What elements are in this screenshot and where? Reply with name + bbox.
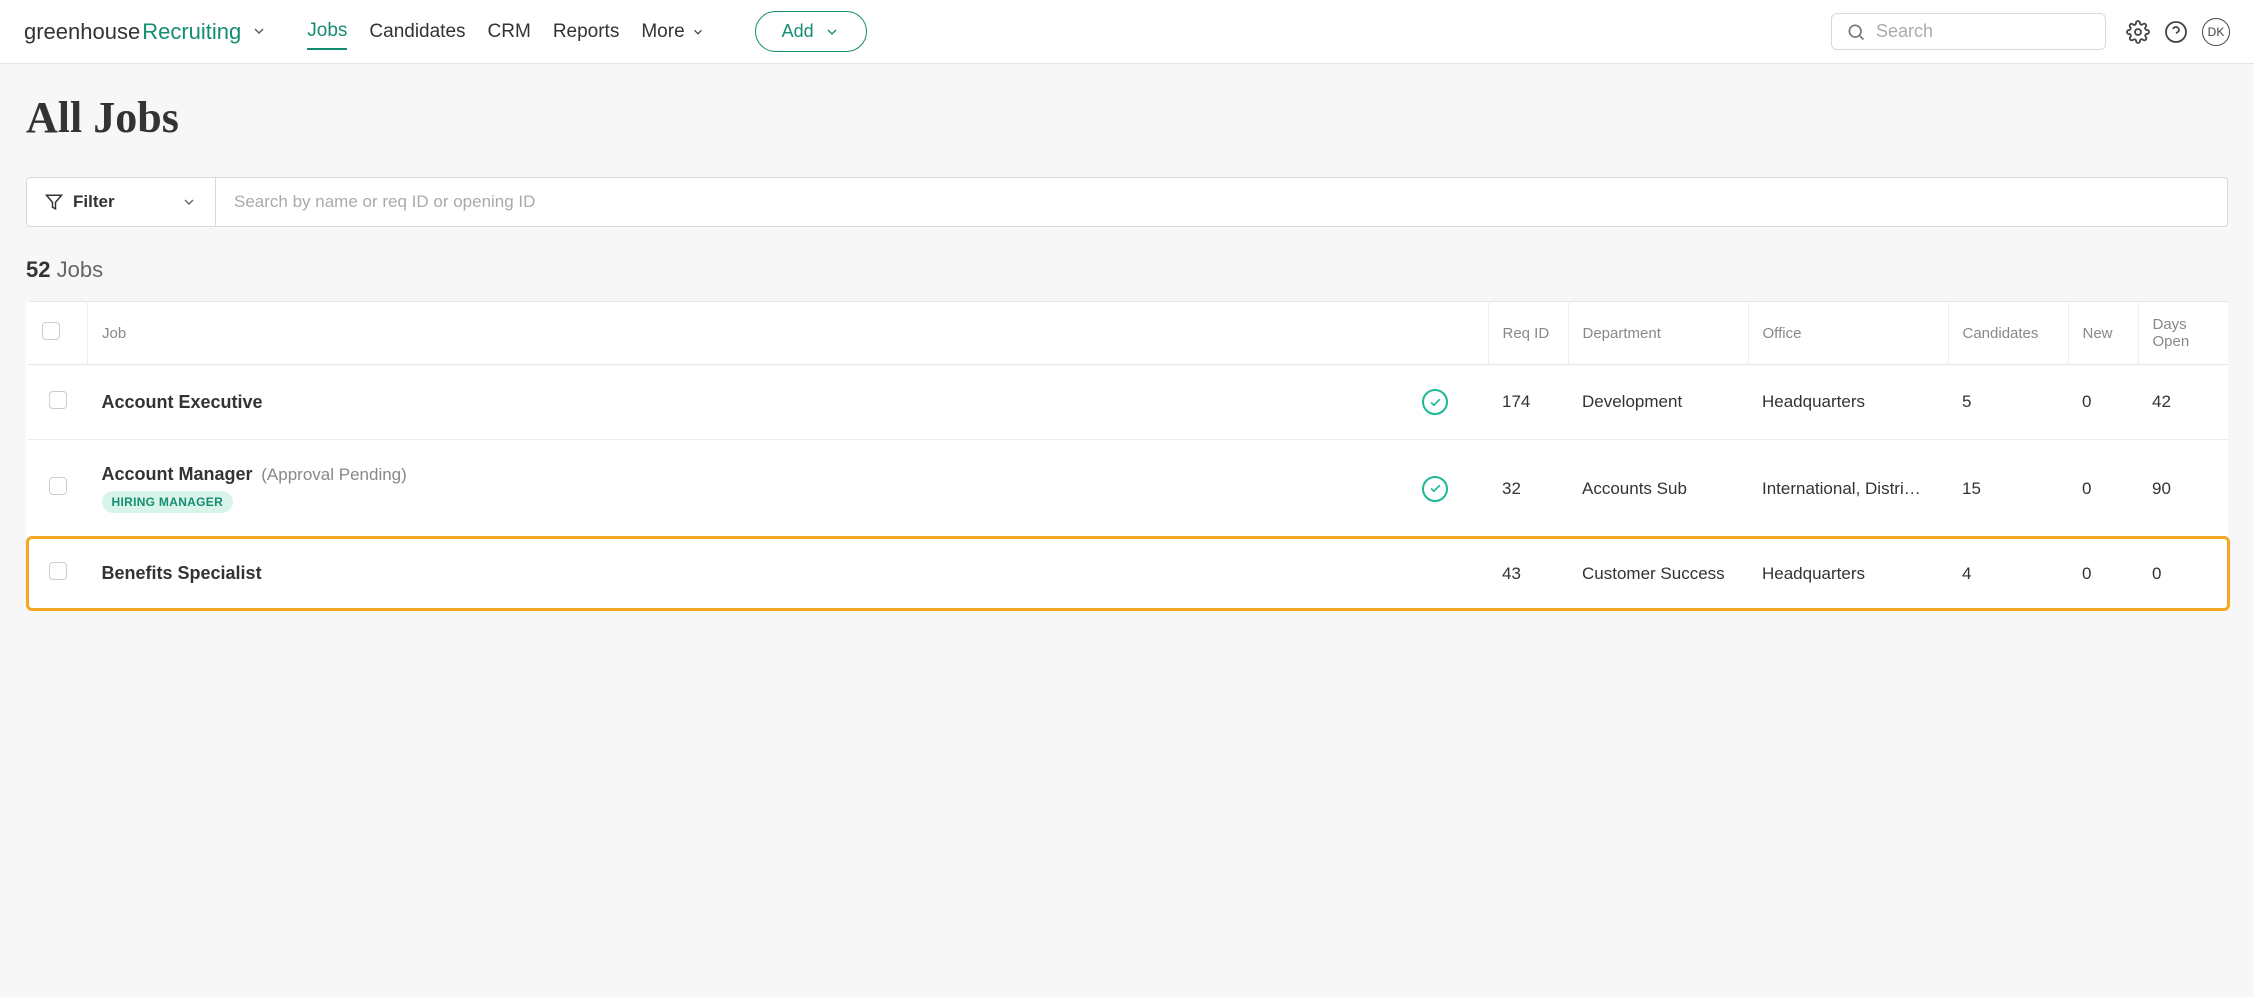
brand-part2: Recruiting [142,19,241,45]
cell-req-id: 43 [1488,538,1568,610]
help-icon[interactable] [2164,20,2188,44]
cell-new: 0 [2068,440,2138,538]
col-department[interactable]: Department [1568,302,1748,365]
brand-switcher[interactable]: greenhouse Recruiting [24,19,267,45]
col-job[interactable]: Job [88,302,1489,365]
filter-row: Filter [26,177,2228,227]
page: All Jobs Filter 52 Jobs Job Req [0,64,2254,635]
row-checkbox[interactable] [49,391,67,409]
nav-candidates[interactable]: Candidates [369,15,465,49]
check-circle-icon [1422,389,1448,415]
col-new[interactable]: New [2068,302,2138,365]
jobs-table-wrap: Job Req ID Department Office Candidates … [26,301,2228,609]
cell-office: Headquarters [1762,564,1934,584]
col-candidates[interactable]: Candidates [1948,302,2068,365]
job-name[interactable]: Benefits Specialist [102,563,262,583]
job-count: 52 [26,257,50,282]
cell-office: International, Distri… [1762,479,1934,499]
row-checkbox[interactable] [49,477,67,495]
cell-days-open: 90 [2138,440,2228,538]
jobs-table: Job Req ID Department Office Candidates … [26,301,2228,609]
filter-search-input[interactable] [216,177,2228,227]
search-icon [1846,22,1866,42]
chevron-down-icon [691,25,705,39]
top-nav: greenhouse Recruiting Jobs Candidates CR… [0,0,2254,64]
brand-part1: greenhouse [24,19,140,45]
cell-new: 0 [2068,365,2138,440]
row-checkbox[interactable] [49,562,67,580]
filter-button[interactable]: Filter [26,177,216,227]
cell-new: 0 [2068,538,2138,610]
col-days-open[interactable]: Days Open [2138,302,2228,365]
global-search[interactable] [1831,13,2106,50]
page-title: All Jobs [26,92,2228,143]
nav-more[interactable]: More [641,15,704,49]
add-button[interactable]: Add [755,11,867,52]
settings-icon[interactable] [2126,20,2150,44]
table-row[interactable]: Account Executive 174Development Headquart… [28,365,2229,440]
cell-department: Development [1568,365,1748,440]
nav-more-label: More [641,21,684,43]
col-req-id[interactable]: Req ID [1488,302,1568,365]
job-name[interactable]: Account Executive [102,392,263,412]
col-office[interactable]: Office [1748,302,1948,365]
job-status-note: (Approval Pending) [261,465,407,484]
table-row[interactable]: Benefits Specialist 43Customer Success Hea… [28,538,2229,610]
cell-days-open: 0 [2138,538,2228,610]
cell-req-id: 32 [1488,440,1568,538]
nav-crm[interactable]: CRM [488,15,531,49]
cell-candidates: 15 [1948,440,2068,538]
chevron-down-icon [251,23,267,39]
cell-department: Accounts Sub [1568,440,1748,538]
job-count-line: 52 Jobs [26,257,2228,283]
cell-candidates: 4 [1948,538,2068,610]
chevron-down-icon [824,24,840,40]
filter-button-label: Filter [73,192,115,212]
top-icons: DK [2126,18,2230,46]
add-button-label: Add [782,21,814,42]
chevron-down-icon [181,194,197,210]
global-search-input[interactable] [1876,21,2108,42]
cell-department: Customer Success [1568,538,1748,610]
table-row[interactable]: Account Manager (Approval Pending) HIRING… [28,440,2229,538]
nav-links: Jobs Candidates CRM Reports More [307,14,704,50]
cell-office: Headquarters [1762,392,1934,412]
check-circle-icon [1422,476,1448,502]
cell-days-open: 42 [2138,365,2228,440]
nav-reports[interactable]: Reports [553,15,620,49]
cell-req-id: 174 [1488,365,1568,440]
job-count-label: Jobs [57,257,103,282]
select-all-checkbox[interactable] [42,322,60,340]
nav-jobs[interactable]: Jobs [307,14,347,50]
cell-candidates: 5 [1948,365,2068,440]
filter-icon [45,193,63,211]
user-avatar[interactable]: DK [2202,18,2230,46]
col-checkbox [28,302,88,365]
job-name[interactable]: Account Manager [102,464,253,484]
role-badge: HIRING MANAGER [102,491,234,513]
